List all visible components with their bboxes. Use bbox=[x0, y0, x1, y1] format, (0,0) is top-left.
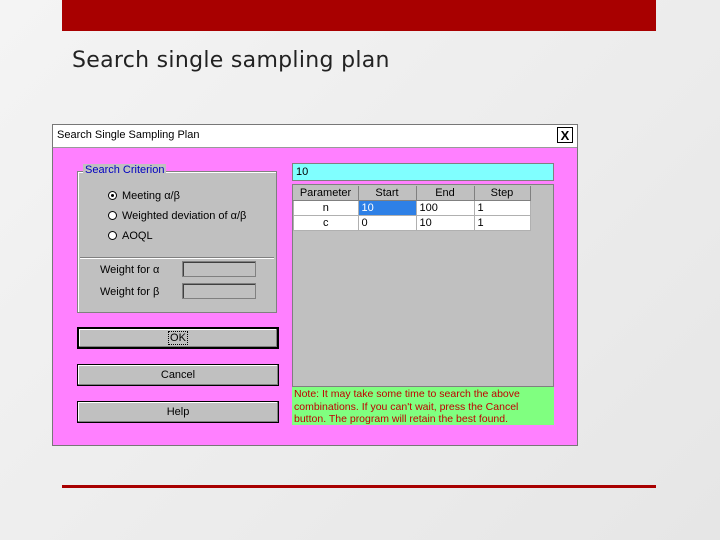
weight-beta-input[interactable] bbox=[182, 283, 256, 299]
cell-step[interactable]: 1 bbox=[473, 200, 531, 216]
radio-weighted-deviation[interactable]: Weighted deviation of α/β bbox=[108, 210, 246, 222]
bottom-red-rule bbox=[62, 485, 656, 488]
cell-end[interactable]: 100 bbox=[415, 200, 475, 216]
search-dialog: Search Single Sampling Plan X Meeting α/… bbox=[52, 124, 578, 446]
table-row: n 10 100 1 bbox=[293, 200, 531, 216]
radio-unselected-icon bbox=[108, 211, 117, 220]
cell-start[interactable]: 0 bbox=[357, 215, 417, 231]
cell-start[interactable]: 10 bbox=[357, 200, 417, 216]
group-divider bbox=[80, 257, 274, 259]
radio-unselected-icon bbox=[108, 231, 117, 240]
cell-parameter: n bbox=[293, 200, 359, 216]
radio-aoql[interactable]: AOQL bbox=[108, 230, 153, 242]
weight-beta-label: Weight for β bbox=[100, 286, 160, 298]
weight-alpha-input[interactable] bbox=[182, 261, 256, 277]
close-button[interactable]: X bbox=[557, 127, 573, 143]
cell-parameter: c bbox=[293, 215, 359, 231]
header-start: Start bbox=[358, 186, 417, 201]
radio-label: AOQL bbox=[122, 230, 153, 242]
help-button[interactable]: Help bbox=[77, 401, 279, 423]
table-header-row: Parameter Start End Step bbox=[293, 186, 531, 201]
dialog-titlebar: Search Single Sampling Plan X bbox=[53, 125, 577, 148]
ok-label: OK bbox=[168, 331, 188, 345]
cell-step[interactable]: 1 bbox=[473, 215, 531, 231]
note-text: Note: It may take some time to search th… bbox=[292, 387, 554, 425]
search-criterion-label: Search Criterion bbox=[83, 164, 167, 176]
header-parameter: Parameter bbox=[293, 186, 359, 201]
dialog-title: Search Single Sampling Plan bbox=[57, 129, 200, 141]
radio-meeting-alpha-beta[interactable]: Meeting α/β bbox=[108, 190, 180, 202]
ok-button[interactable]: OK bbox=[77, 327, 279, 349]
parameter-table: Parameter Start End Step n 10 100 1 c 0 … bbox=[293, 186, 531, 231]
value-input[interactable]: 10 bbox=[292, 163, 554, 181]
radio-selected-icon bbox=[108, 191, 117, 200]
header-end: End bbox=[416, 186, 475, 201]
header-step: Step bbox=[474, 186, 531, 201]
table-row: c 0 10 1 bbox=[293, 215, 531, 231]
weight-alpha-label: Weight for α bbox=[100, 264, 160, 276]
cell-end[interactable]: 10 bbox=[415, 215, 475, 231]
search-criterion-group: Meeting α/β Weighted deviation of α/β AO… bbox=[77, 171, 277, 313]
radio-label: Meeting α/β bbox=[122, 190, 180, 202]
slide-title: Search single sampling plan bbox=[72, 48, 390, 73]
radio-label: Weighted deviation of α/β bbox=[122, 210, 247, 222]
parameter-table-box: Parameter Start End Step n 10 100 1 c 0 … bbox=[292, 184, 554, 387]
top-red-bar bbox=[62, 0, 656, 31]
cancel-button[interactable]: Cancel bbox=[77, 364, 279, 386]
